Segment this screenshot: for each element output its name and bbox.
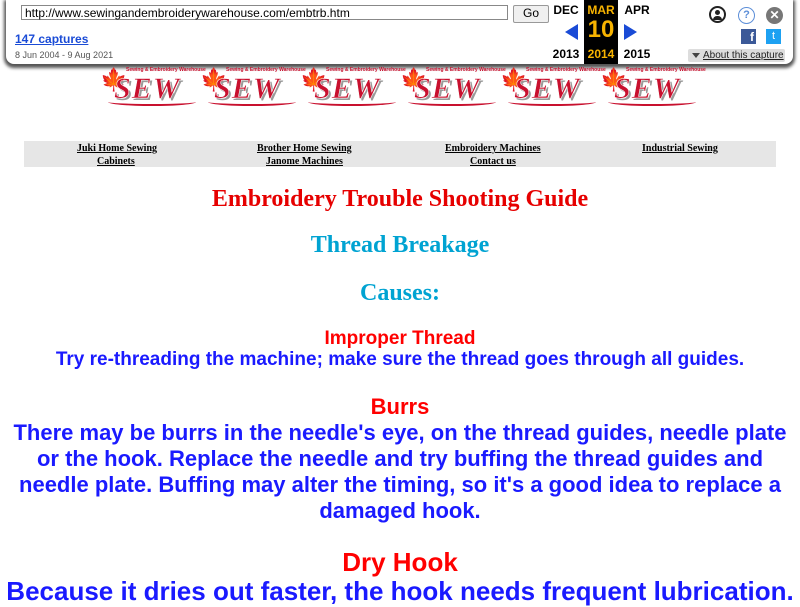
page-title: Embroidery Trouble Shooting Guide: [211, 186, 589, 212]
logo-swoosh: [208, 98, 296, 106]
sew-logo-banner: 🍁 Sewing & Embroidery Warehouse SEW 🍁 Sewing…: [100, 66, 706, 108]
logo-swoosh: [408, 98, 496, 106]
wayback-url-input[interactable]: http://www.sewingandembroiderywarehouse.…: [21, 5, 508, 20]
section-subtitle: Thread Breakage: [310, 232, 490, 258]
about-capture-button[interactable]: About this capture: [688, 49, 785, 62]
cause-heading: Improper Thread: [324, 328, 476, 349]
cause-text: There may be burrs in the needle's eye, …: [13, 420, 787, 523]
nav-link-embroidery[interactable]: Embroidery Machines: [445, 143, 541, 154]
sew-logo: 🍁 Sewing & Embroidery Warehouse SEW: [300, 66, 406, 108]
facebook-share-icon[interactable]: f: [741, 29, 756, 44]
cause-heading: Dry Hook: [342, 547, 458, 577]
sew-logo: 🍁 Sewing & Embroidery Warehouse SEW: [500, 66, 606, 108]
nav-link-industrial[interactable]: Industrial Sewing: [642, 143, 718, 154]
cause-text: Because it dries out faster, the hook ne…: [6, 576, 794, 606]
logo-swoosh: [608, 98, 696, 106]
cause-text: Try re-threading the machine; make sure …: [55, 349, 745, 370]
sew-logo: 🍁 Sewing & Embroidery Warehouse SEW: [200, 66, 306, 108]
captures-link[interactable]: 147 captures: [15, 32, 88, 46]
current-day: 10: [587, 16, 615, 43]
nav-link-juki[interactable]: Juki Home Sewing: [77, 143, 157, 154]
nav-link-cabinets[interactable]: Cabinets: [97, 156, 135, 167]
next-year-label[interactable]: 2015: [620, 47, 654, 61]
current-month: MAR: [587, 3, 615, 17]
help-icon[interactable]: ?: [738, 7, 755, 24]
current-capture-date: MAR 10 2014: [584, 0, 618, 64]
user-account-icon[interactable]: [709, 6, 726, 23]
next-capture-arrow-icon[interactable]: [624, 24, 637, 40]
wayback-toolbar: http://www.sewingandembroiderywarehouse.…: [6, 0, 793, 64]
cause-heading: Burrs: [370, 394, 430, 419]
go-button[interactable]: Go: [513, 5, 549, 23]
sew-logo: 🍁 Sewing & Embroidery Warehouse SEW: [600, 66, 706, 108]
next-month-label[interactable]: APR: [620, 3, 654, 17]
nav-link-janome[interactable]: Janome Machines: [266, 156, 343, 167]
prev-month-label[interactable]: DEC: [549, 3, 583, 17]
sew-logo: 🍁 Sewing & Embroidery Warehouse SEW: [100, 66, 206, 108]
prev-capture-arrow-icon[interactable]: [565, 24, 578, 40]
site-navigation: Juki Home Sewing Cabinets Brother Home S…: [24, 141, 776, 167]
nav-link-brother[interactable]: Brother Home Sewing: [257, 143, 352, 154]
logo-swoosh: [508, 98, 596, 106]
close-icon[interactable]: ✕: [766, 7, 783, 24]
logo-swoosh: [308, 98, 396, 106]
capture-date-range: 8 Jun 2004 - 9 Aug 2021: [15, 50, 114, 60]
current-year: 2014: [587, 47, 615, 61]
logo-swoosh: [108, 98, 196, 106]
prev-year-label[interactable]: 2013: [549, 47, 583, 61]
twitter-share-icon[interactable]: t: [766, 29, 781, 44]
causes-heading: Causes:: [359, 280, 440, 306]
sew-logo: 🍁 Sewing & Embroidery Warehouse SEW: [400, 66, 506, 108]
nav-link-contact[interactable]: Contact us: [470, 156, 516, 167]
